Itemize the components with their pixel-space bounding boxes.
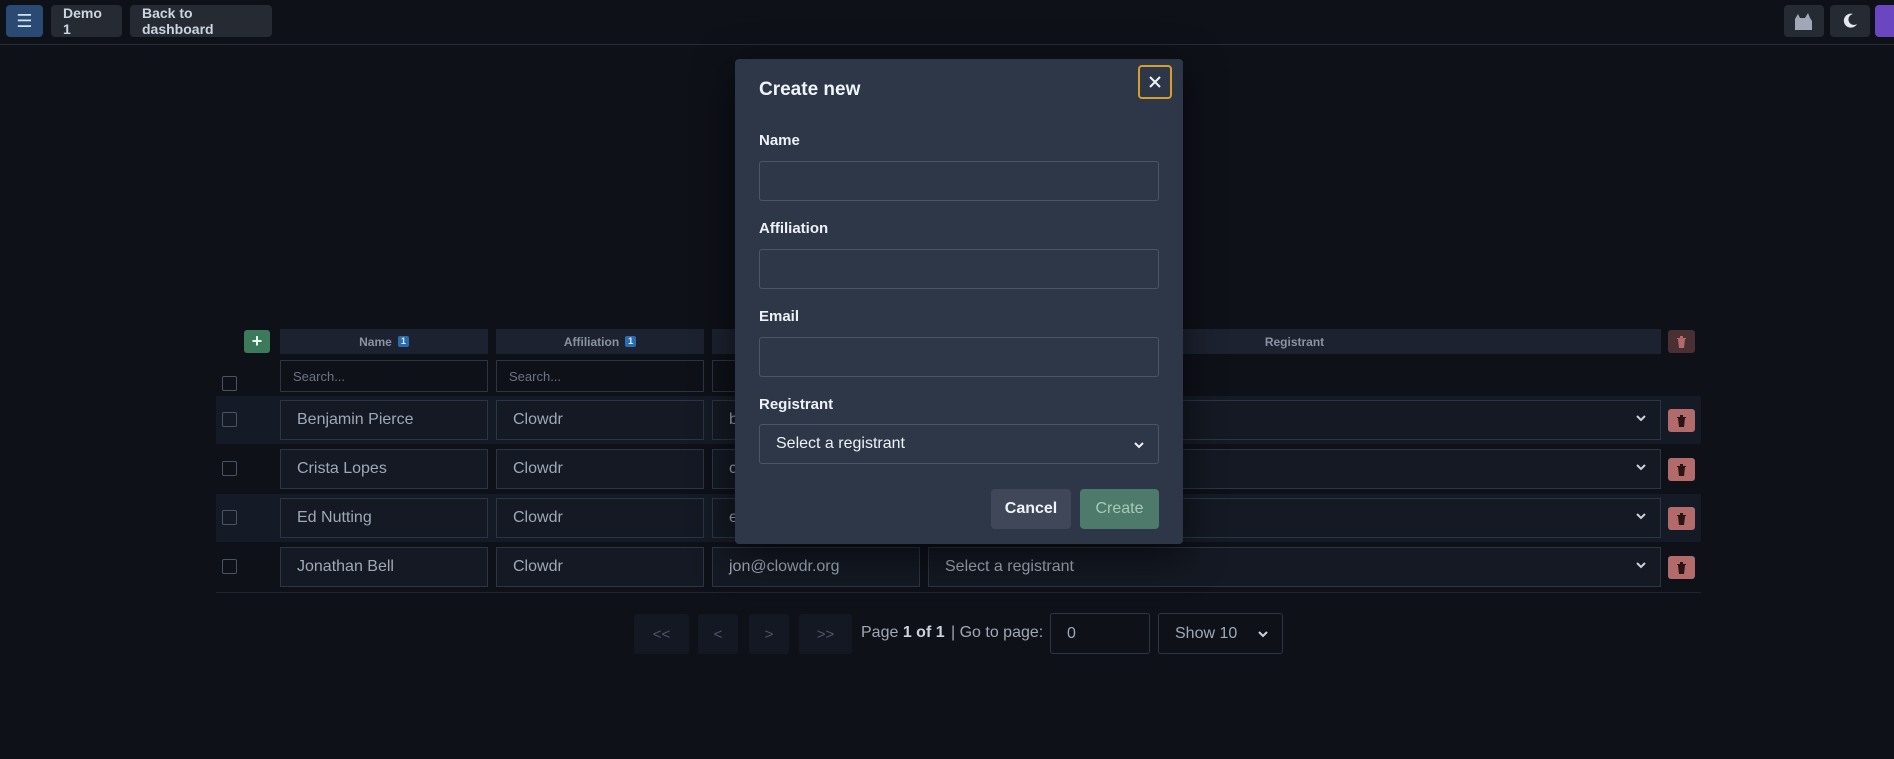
delete-row-button[interactable] — [1668, 507, 1695, 530]
name-cell[interactable]: Ed Nutting — [280, 498, 488, 538]
chat-button[interactable] — [1875, 5, 1894, 37]
table-bottom-divider — [216, 592, 1701, 593]
sort-order-badge: 1 — [625, 336, 637, 347]
affiliation-cell[interactable]: Clowdr — [496, 547, 704, 587]
trash-icon — [1677, 561, 1686, 574]
email-cell[interactable]: jon@clowdr.org — [712, 547, 920, 587]
cat-avatar-icon — [1795, 13, 1812, 30]
delete-row-button[interactable] — [1668, 556, 1695, 579]
last-page-button[interactable]: >> — [799, 614, 852, 654]
dark-mode-toggle[interactable] — [1830, 5, 1870, 37]
sort-order-badge: 1 — [397, 336, 409, 347]
close-modal-button[interactable] — [1138, 65, 1172, 99]
delete-row-button[interactable] — [1668, 458, 1695, 481]
column-header-affiliation-label: Affiliation — [563, 334, 620, 349]
name-cell[interactable]: Jonathan Bell — [280, 547, 488, 587]
chevron-down-icon — [1636, 562, 1646, 569]
chevron-down-icon — [1636, 513, 1646, 520]
modal-title: Create new — [759, 79, 861, 100]
trash-icon — [1677, 335, 1686, 348]
page-size-select[interactable]: Show 10 — [1158, 613, 1283, 654]
conference-button[interactable]: Demo 1 — [51, 5, 122, 37]
page-current: 1 of 1 — [902, 624, 945, 641]
column-header-name[interactable]: Name 1 — [280, 329, 488, 354]
chevron-down-icon — [1636, 464, 1646, 471]
first-page-button[interactable]: << — [634, 614, 689, 654]
row-checkbox[interactable] — [222, 559, 237, 574]
close-icon — [1149, 76, 1161, 88]
user-button[interactable] — [1784, 5, 1824, 37]
registrant-select[interactable]: Select a registrant — [928, 547, 1661, 587]
affiliation-cell[interactable]: Clowdr — [496, 400, 704, 440]
name-cell[interactable]: Benjamin Pierce — [280, 400, 488, 440]
menu-button[interactable]: ☰ — [6, 5, 43, 37]
column-header-name-label: Name — [359, 334, 392, 349]
row-checkbox[interactable] — [222, 461, 237, 476]
page-size-value: Show 10 — [1175, 624, 1238, 642]
create-button[interactable]: Create — [1080, 489, 1159, 529]
plus-icon: + — [251, 331, 263, 351]
registrant-select[interactable]: Select a registrant — [759, 424, 1159, 464]
cancel-button[interactable]: Cancel — [991, 489, 1071, 529]
table-row: Jonathan Bell Clowdr jon@clowdr.org Sele… — [216, 543, 1701, 591]
add-row-button[interactable]: + — [244, 330, 270, 353]
delete-selected-button[interactable] — [1668, 330, 1695, 353]
affiliation-input[interactable] — [759, 249, 1159, 289]
trash-icon — [1677, 463, 1686, 476]
delete-row-button[interactable] — [1668, 409, 1695, 432]
page-indicator: Page 1 of 1 — [861, 624, 945, 642]
name-cell[interactable]: Crista Lopes — [280, 449, 488, 489]
back-to-dashboard-button[interactable]: Back to dashboard — [130, 5, 272, 37]
chevron-down-icon — [1258, 631, 1268, 638]
page-prefix: Page — [861, 624, 899, 641]
email-input[interactable] — [759, 337, 1159, 377]
column-header-registrant-label: Registrant — [1264, 334, 1325, 349]
row-checkbox[interactable] — [222, 510, 237, 525]
name-search-input[interactable]: Search... — [280, 360, 488, 392]
email-label: Email — [759, 308, 800, 325]
name-input[interactable] — [759, 161, 1159, 201]
goto-page-label: | Go to page: — [951, 624, 1044, 641]
create-new-modal: Create new Name Affiliation Email Regist… — [735, 59, 1183, 544]
registrant-select-value: Select a registrant — [776, 435, 905, 452]
registrant-select-value: Select a registrant — [945, 558, 1074, 575]
top-bar: ☰ Demo 1 Back to dashboard — [0, 0, 1894, 45]
column-header-affiliation[interactable]: Affiliation 1 — [496, 329, 704, 354]
next-page-button[interactable]: > — [749, 614, 789, 654]
affiliation-label: Affiliation — [759, 220, 829, 237]
select-all-checkbox[interactable] — [222, 376, 237, 391]
affiliation-search-input[interactable]: Search... — [496, 360, 704, 392]
row-checkbox[interactable] — [222, 412, 237, 427]
trash-icon — [1677, 414, 1686, 427]
chevron-down-icon — [1636, 415, 1646, 422]
affiliation-cell[interactable]: Clowdr — [496, 498, 704, 538]
hamburger-icon: ☰ — [16, 10, 33, 31]
affiliation-cell[interactable]: Clowdr — [496, 449, 704, 489]
name-label: Name — [759, 132, 800, 149]
previous-page-button[interactable]: < — [698, 614, 738, 654]
moon-icon — [1843, 13, 1857, 28]
chevron-down-icon — [1134, 442, 1144, 449]
trash-icon — [1677, 512, 1686, 525]
registrant-label: Registrant — [759, 396, 834, 413]
goto-page-input[interactable]: 0 — [1050, 613, 1150, 654]
